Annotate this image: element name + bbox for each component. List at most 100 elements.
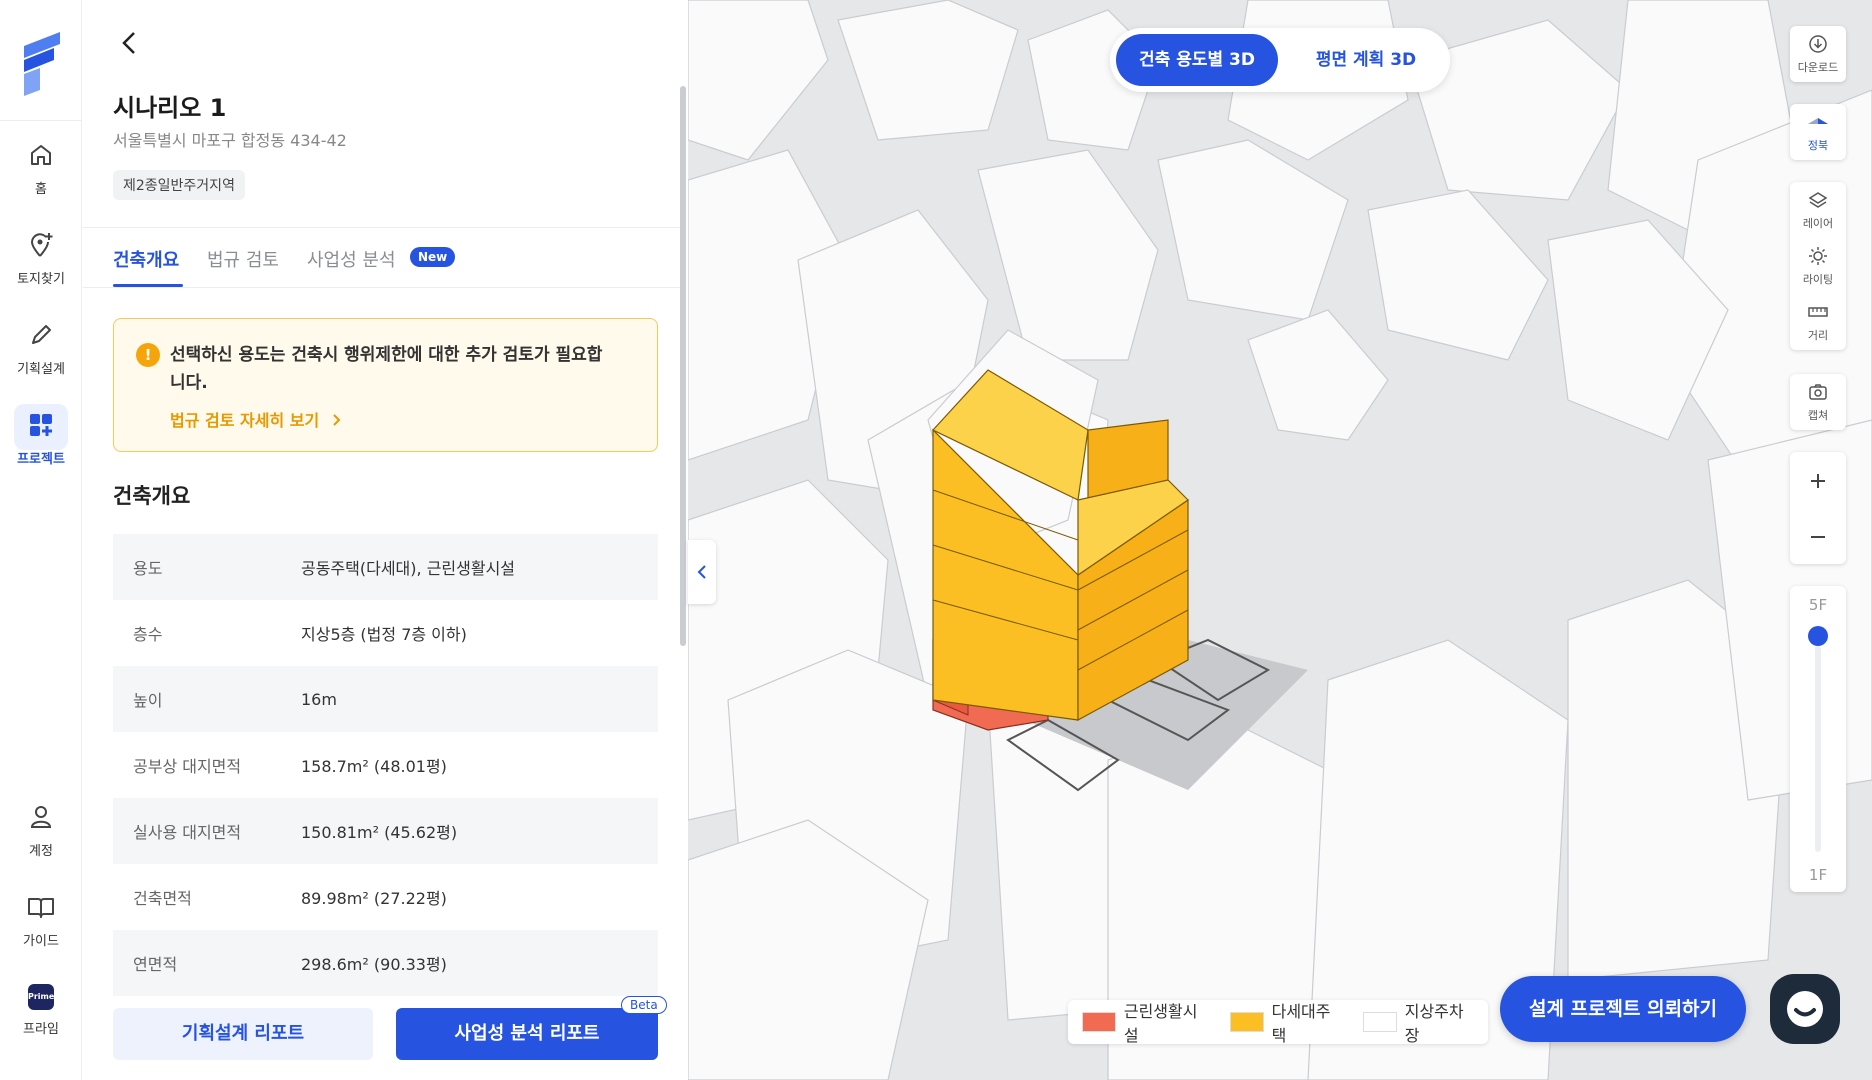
overview-table: 용도 공동주택(다세대), 근린생활시설 층수 지상5층 (법정 7층 이하) 높이… [113,534,658,996]
chat-icon [1787,991,1823,1027]
legend-swatch-commercial [1082,1012,1116,1032]
table-row: 용도 공동주택(다세대), 근린생활시설 [113,534,658,600]
nav-label-land-search: 토지찾기 [17,272,65,287]
layer-tools: 레이어 라이팅 거리 [1790,182,1846,350]
back-arrow-icon[interactable] [115,28,145,58]
nav-item-prime[interactable]: Prime 프라임 [0,982,82,1062]
layer-button[interactable]: 레이어 [1790,182,1846,238]
compass-icon [1808,118,1828,124]
north-label: 정북 [1807,139,1829,152]
row-key: 층수 [133,625,163,644]
minus-icon [1811,535,1825,538]
nav-item-account[interactable]: 계정 [0,802,82,882]
nav-item-guide[interactable]: 가이드 [0,892,82,972]
nav-item-home[interactable]: 홈 [0,140,82,220]
legend-swatch-housing [1229,1012,1264,1032]
prime-icon: Prime [28,984,54,1010]
nav-label-account: 계정 [29,844,53,859]
row-key: 연면적 [133,955,178,974]
prime-badge-text: Prime [28,992,55,1001]
plus-icon [1811,473,1825,488]
row-key: 높이 [133,691,163,710]
row-value: 150.81m² (45.62평) [301,823,458,842]
legend-label-housing: 다세대주택 [1271,1002,1331,1045]
panel-scrollbar[interactable] [680,86,686,646]
legend-swatch-parking [1362,1012,1397,1032]
regulation-detail-link-label: 법규 검토 자세히 보기 [170,411,320,430]
nav-label-prime: 프라임 [23,1022,59,1037]
tab-feasibility[interactable]: 사업성 분석 [307,246,396,272]
scenario-address: 서울특별시 마포구 합정동 434-42 [113,131,347,150]
row-value: 298.6m² (90.33평) [301,955,447,974]
book-icon [28,898,54,918]
distance-button[interactable]: 거리 [1790,294,1846,350]
scenario-title: 시나리오 1 [113,94,227,122]
chevron-right-icon [333,414,341,426]
plan-report-button[interactable]: 기획설계 리포트 [113,1008,373,1060]
view-usage-3d-button[interactable]: 건축 용도별 3D [1116,34,1278,86]
nav-label-home: 홈 [35,182,47,197]
zoom-in-button[interactable] [1790,452,1846,508]
app-logo[interactable] [16,28,66,98]
tabs-divider [83,227,683,228]
location-plus-icon [30,233,53,257]
distance-label: 거리 [1807,329,1829,342]
scenario-panel: 시나리오 1 서울특별시 마포구 합정동 434-42 제2종일반주거지역 건축… [83,0,688,1080]
row-value: 16m [301,689,337,709]
map-3d-view[interactable] [688,0,1872,1080]
table-row: 연면적 298.6m² (90.33평) [113,930,658,996]
camera-icon [1809,384,1827,400]
lighting-label: 라이팅 [1802,273,1834,286]
layer-label: 레이어 [1802,217,1834,230]
regulation-detail-link[interactable]: 법규 검토 자세히 보기 [170,407,343,431]
table-row: 공부상 대지면적 158.7m² (48.01평) [113,732,658,798]
sun-icon [1809,247,1827,265]
city-3d-render [688,0,1872,1080]
north-tool: 정북 [1790,104,1846,160]
row-key: 공부상 대지면적 [133,757,242,776]
floor-min-label: 1F [1808,866,1828,884]
row-key: 실사용 대지면적 [133,823,242,842]
chevron-left-icon [697,565,706,579]
beta-badge: Beta [621,996,667,1014]
view-floorplan-3d-button[interactable]: 평면 계획 3D [1288,34,1444,86]
nav-item-project[interactable]: 프로젝트 [0,410,82,490]
biz-report-button[interactable]: 사업성 분석 리포트 [396,1008,658,1060]
table-row: 실사용 대지면적 150.81m² (45.62평) [113,798,658,864]
nav-item-planning[interactable]: 기획설계 [0,320,82,400]
tab-regulation[interactable]: 법규 검토 [207,246,279,272]
table-row: 높이 16m [113,666,658,732]
row-key: 용도 [133,559,163,578]
nav-item-land-search[interactable]: 토지찾기 [0,230,82,310]
warning-icon: ! [136,343,160,367]
row-value: 89.98m² (27.22평) [301,889,447,908]
legend-label-parking: 지상주차장 [1404,1002,1464,1045]
usage-legend: 근린생활시설 다세대주택 지상주차장 [1068,1000,1488,1045]
grid-plus-icon [30,414,52,436]
nav-rail: 홈 토지찾기 기획설계 프로젝트 계정 가이드 Prime 프라임 [0,0,82,1080]
north-button[interactable]: 정북 [1790,104,1846,160]
legend-label-commercial: 근린생활시설 [1123,1002,1198,1045]
nav-label-guide: 가이드 [23,934,59,949]
floor-slider-track[interactable] [1815,646,1821,852]
table-row: 건축면적 89.98m² (27.22평) [113,864,658,930]
user-icon [30,806,52,828]
panel-collapse-button[interactable] [688,540,716,604]
floor-slider-handle[interactable] [1808,626,1828,646]
capture-button[interactable]: 캡쳐 [1790,374,1846,430]
chat-button[interactable] [1770,974,1840,1044]
new-badge: New [410,247,456,267]
capture-label: 캡쳐 [1807,409,1829,422]
row-value: 공동주택(다세대), 근린생활시설 [301,559,516,578]
rail-divider [0,120,82,121]
tabs-bottom-divider [83,287,683,288]
zoom-out-button[interactable] [1790,508,1846,564]
download-tool: 다운로드 [1790,26,1846,82]
download-icon [1809,35,1827,53]
lighting-button[interactable]: 라이팅 [1790,238,1846,294]
download-button[interactable]: 다운로드 [1790,26,1846,82]
row-key: 건축면적 [133,889,192,908]
tab-overview[interactable]: 건축개요 [113,246,179,272]
download-label: 다운로드 [1797,61,1839,74]
request-project-button[interactable]: 설계 프로젝트 의뢰하기 [1500,976,1746,1042]
